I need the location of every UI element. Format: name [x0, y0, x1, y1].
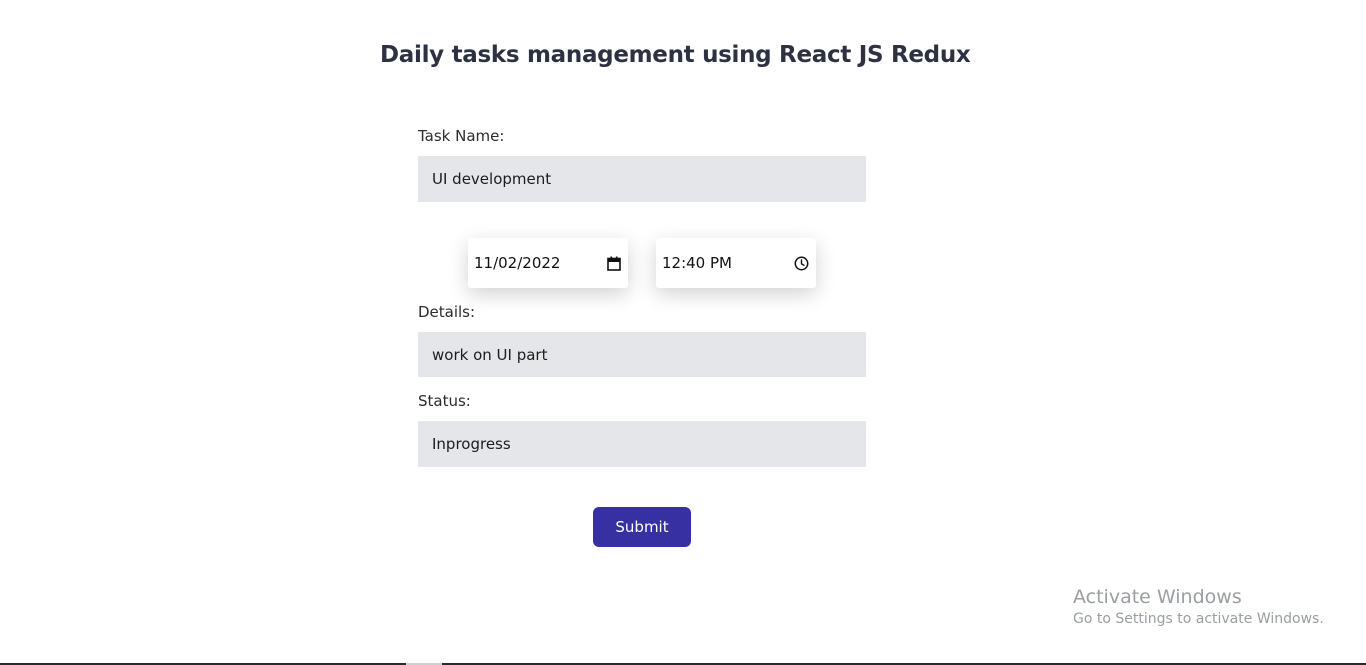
- details-label: Details:: [418, 303, 476, 321]
- status-input[interactable]: Inprogress: [418, 421, 866, 467]
- task-name-label: Task Name:: [418, 127, 505, 145]
- time-value: 12:40 PM: [662, 254, 732, 272]
- activate-windows-watermark: Activate Windows Go to Settings to activ…: [1073, 586, 1324, 627]
- clock-icon[interactable]: [794, 256, 809, 271]
- page-title: Daily tasks management using React JS Re…: [380, 42, 971, 68]
- date-picker[interactable]: 11/02/2022: [468, 238, 628, 288]
- submit-button[interactable]: Submit: [593, 507, 691, 547]
- calendar-icon[interactable]: [607, 256, 621, 271]
- task-name-input[interactable]: UI development: [418, 156, 866, 202]
- watermark-subtitle: Go to Settings to activate Windows.: [1073, 611, 1324, 627]
- details-input[interactable]: work on UI part: [418, 332, 866, 377]
- watermark-title: Activate Windows: [1073, 586, 1242, 608]
- time-picker[interactable]: 12:40 PM: [656, 238, 816, 288]
- status-label: Status:: [418, 392, 471, 410]
- date-value: 11/02/2022: [474, 254, 561, 272]
